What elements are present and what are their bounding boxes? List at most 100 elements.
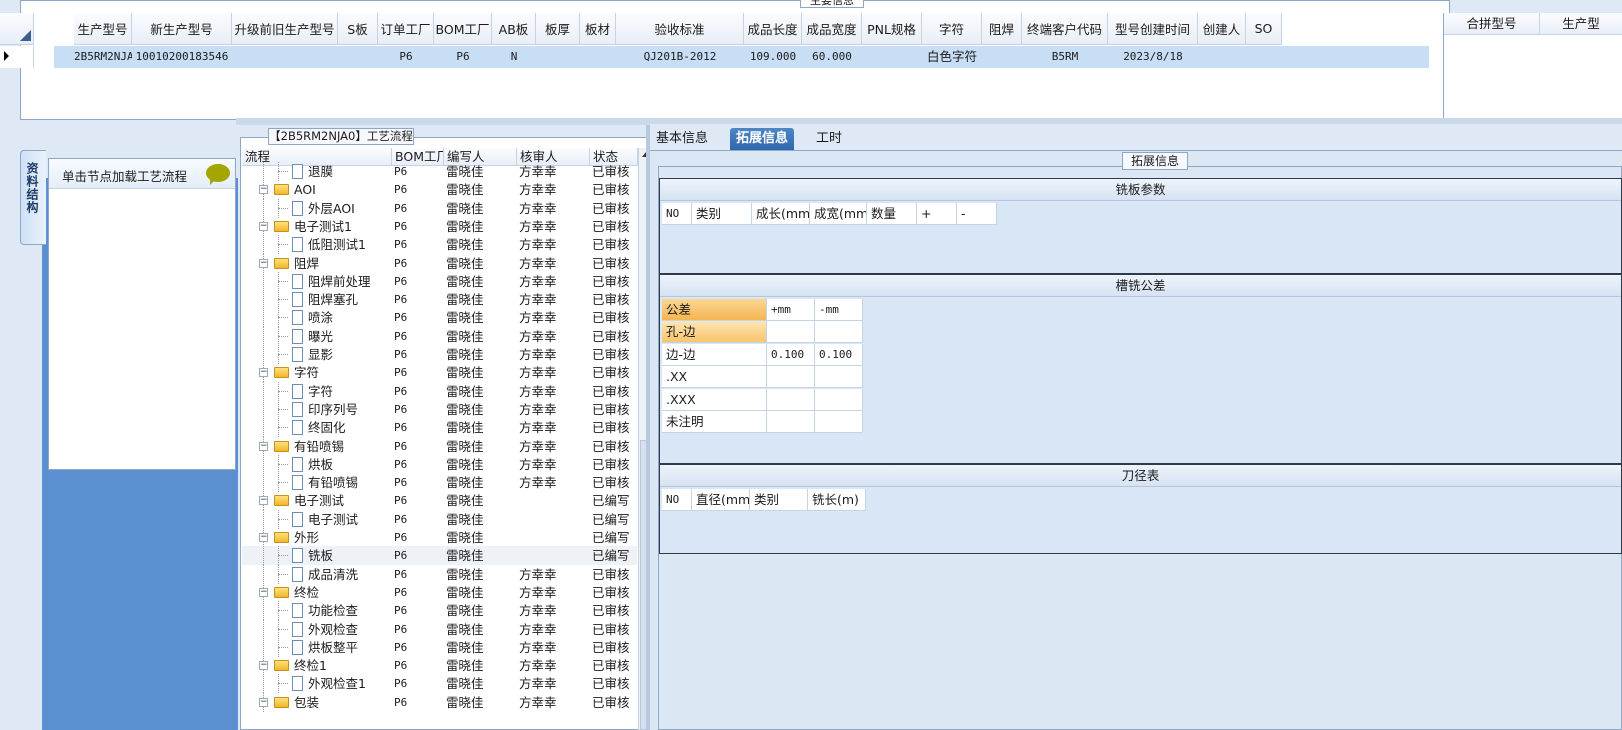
col-order-factory[interactable]: 订单工厂 xyxy=(378,13,434,45)
mill-add-button[interactable]: + xyxy=(917,203,957,225)
process-row[interactable]: 外层AOI P6 雷晓佳 方幸幸 已审核 xyxy=(242,198,637,218)
col-so[interactable]: SO xyxy=(1246,13,1282,45)
process-row[interactable]: 退膜 P6 雷晓佳 方幸幸 已审核 xyxy=(242,162,637,181)
process-row[interactable]: 阻焊前处理 P6 雷晓佳 方幸幸 已审核 xyxy=(242,271,637,291)
cell-end-customer[interactable]: B5RM xyxy=(1022,46,1108,68)
tol-row-plus[interactable] xyxy=(767,388,815,411)
process-row[interactable]: 阻焊塞孔 P6 雷晓佳 方幸幸 已审核 xyxy=(242,290,637,310)
col-character[interactable]: 字符 xyxy=(922,13,982,45)
tol-row-minus[interactable] xyxy=(815,366,863,388)
mill-col-no[interactable]: NO xyxy=(662,203,692,225)
col-end-customer[interactable]: 终端客户代码 xyxy=(1022,13,1108,45)
tool-col-type[interactable]: 类别 xyxy=(750,489,808,511)
process-bom: P6 xyxy=(394,219,408,233)
tol-row-minus[interactable] xyxy=(815,388,863,411)
cell-character[interactable]: 白色字符 xyxy=(922,46,982,68)
process-row[interactable]: − 电子测试1 P6 雷晓佳 方幸幸 已审核 xyxy=(242,216,637,236)
collapse-icon[interactable]: − xyxy=(259,587,268,597)
col-old-prod-model[interactable]: 升级前旧生产型号 xyxy=(232,13,338,45)
col-board-material[interactable]: 板材 xyxy=(580,13,616,45)
process-row[interactable]: 曝光 P6 雷晓佳 方幸幸 已审核 xyxy=(242,326,637,346)
col-solder-mask[interactable]: 阻焊 xyxy=(982,13,1022,45)
tol-row-plus[interactable] xyxy=(767,321,815,343)
mill-col-width[interactable]: 成宽(mm) xyxy=(810,203,867,225)
tol-row-minus[interactable] xyxy=(815,411,863,433)
col-product-length[interactable]: 成品长度 xyxy=(744,13,802,45)
tol-row-plus[interactable]: 0.100 xyxy=(767,343,815,366)
process-status: 已审核 xyxy=(592,694,630,710)
process-row[interactable]: − 阻焊 P6 雷晓佳 方幸幸 已审核 xyxy=(242,253,637,273)
process-row[interactable]: 印序列号 P6 雷晓佳 方幸幸 已审核 xyxy=(242,399,637,419)
process-row[interactable]: − 电子测试 P6 雷晓佳 已编写 xyxy=(242,491,637,511)
cell-prod-model[interactable]: 2B5RM2NJA0 xyxy=(74,46,132,68)
cell-acceptance-std[interactable]: QJ201B-2012 xyxy=(616,46,744,68)
collapse-icon[interactable]: − xyxy=(259,661,268,671)
col-merge-model[interactable]: 合拼型号 xyxy=(1444,13,1540,35)
tol-row-plus[interactable] xyxy=(767,411,815,433)
tol-row-plus[interactable] xyxy=(767,366,815,388)
tool-col-no[interactable]: NO xyxy=(662,489,692,511)
process-row[interactable]: 显影 P6 雷晓佳 方幸幸 已审核 xyxy=(242,345,637,364)
col-pnl-spec[interactable]: PNL规格 xyxy=(862,13,922,45)
col-s-board[interactable]: S板 xyxy=(338,13,378,45)
process-row[interactable]: 功能检查 P6 雷晓佳 方幸幸 已审核 xyxy=(242,601,637,621)
col-acceptance-std[interactable]: 验收标准 xyxy=(616,13,744,45)
process-row[interactable]: 外观检查 P6 雷晓佳 方幸幸 已审核 xyxy=(242,619,637,639)
cell-product-length[interactable]: 109.000 xyxy=(744,46,802,68)
col-ab-board[interactable]: AB板 xyxy=(492,13,536,45)
collapse-icon[interactable]: − xyxy=(259,441,268,451)
process-reviewer: 方幸幸 xyxy=(519,383,557,399)
process-row[interactable]: − 包装 P6 雷晓佳 方幸幸 已审核 xyxy=(242,692,637,712)
cell-new-prod-model[interactable]: 10010200183546 xyxy=(132,46,232,68)
tree-branch xyxy=(278,683,288,685)
col-creator[interactable]: 创建人 xyxy=(1198,13,1246,45)
collapse-icon[interactable]: − xyxy=(259,496,268,506)
process-row[interactable]: 字符 P6 雷晓佳 方幸幸 已审核 xyxy=(242,381,637,401)
col-bom-factory[interactable]: BOM工厂 xyxy=(434,13,492,45)
col-prod-model[interactable]: 生产型号 xyxy=(74,13,132,45)
collapse-icon[interactable]: − xyxy=(259,533,268,542)
mill-remove-button[interactable]: - xyxy=(957,203,997,225)
process-row[interactable]: 烘板整平 P6 雷晓佳 方幸幸 已审核 xyxy=(242,637,637,657)
tol-row-minus[interactable]: 0.100 xyxy=(815,343,863,366)
cell-order-factory[interactable]: P6 xyxy=(378,46,434,68)
col-product-width[interactable]: 成品宽度 xyxy=(802,13,862,45)
process-row[interactable]: 电子测试 P6 雷晓佳 已编写 xyxy=(242,509,637,529)
tab-basic-info[interactable]: 基本信息 xyxy=(650,128,714,150)
tab-work-hours[interactable]: 工时 xyxy=(810,128,848,150)
mill-col-type[interactable]: 类别 xyxy=(692,203,752,225)
collapse-icon[interactable]: − xyxy=(259,258,268,268)
process-row[interactable]: 外观检查1 P6 雷晓佳 方幸幸 已审核 xyxy=(242,674,637,694)
process-row[interactable]: 烘板 P6 雷晓佳 方幸幸 已审核 xyxy=(242,454,637,474)
col-prod-model-2[interactable]: 生产型 xyxy=(1540,13,1622,35)
process-row[interactable]: − AOI P6 雷晓佳 方幸幸 已审核 xyxy=(242,180,637,200)
tol-row-minus[interactable] xyxy=(815,321,863,343)
cell-model-created[interactable]: 2023/8/18 xyxy=(1108,46,1198,68)
cell-ab-board[interactable]: N xyxy=(492,46,536,68)
process-row[interactable]: − 终检1 P6 雷晓佳 方幸幸 已审核 xyxy=(242,656,637,676)
cell-bom-factory[interactable]: P6 xyxy=(434,46,492,68)
col-model-created[interactable]: 型号创建时间 xyxy=(1108,13,1198,45)
mill-col-length[interactable]: 成长(mm) xyxy=(752,203,810,225)
process-row[interactable]: 低阻测试1 P6 雷晓佳 方幸幸 已审核 xyxy=(242,235,637,255)
collapse-icon[interactable]: − xyxy=(259,697,268,707)
process-row[interactable]: − 字符 P6 雷晓佳 方幸幸 已审核 xyxy=(242,363,637,383)
col-board-thickness[interactable]: 板厚 xyxy=(536,13,580,45)
process-row[interactable]: 铣板 P6 雷晓佳 已编写 xyxy=(242,546,637,566)
process-row[interactable]: 喷涂 P6 雷晓佳 方幸幸 已审核 xyxy=(242,308,637,328)
col-new-prod-model[interactable]: 新生产型号 xyxy=(132,13,232,45)
process-row[interactable]: − 有铅喷锡 P6 雷晓佳 方幸幸 已审核 xyxy=(242,436,637,456)
tab-extended-info[interactable]: 拓展信息 xyxy=(730,128,795,150)
process-row[interactable]: 终固化 P6 雷晓佳 方幸幸 已审核 xyxy=(242,418,637,438)
tool-col-diameter[interactable]: 直径(mm) xyxy=(692,489,750,511)
process-row[interactable]: 成品清洗 P6 雷晓佳 方幸幸 已审核 xyxy=(242,564,637,584)
collapse-icon[interactable]: − xyxy=(259,368,268,378)
process-row[interactable]: − 外形 P6 雷晓佳 已编写 xyxy=(242,528,637,547)
cell-product-width[interactable]: 60.000 xyxy=(802,46,862,68)
process-row[interactable]: − 终检 P6 雷晓佳 方幸幸 已审核 xyxy=(242,582,637,602)
mill-col-qty[interactable]: 数量 xyxy=(867,203,917,225)
collapse-icon[interactable]: − xyxy=(259,185,268,195)
tool-col-mill-length[interactable]: 铣长(m) xyxy=(808,489,866,511)
collapse-icon[interactable]: − xyxy=(259,221,268,231)
process-row[interactable]: 有铅喷锡 P6 雷晓佳 方幸幸 已审核 xyxy=(242,473,637,493)
